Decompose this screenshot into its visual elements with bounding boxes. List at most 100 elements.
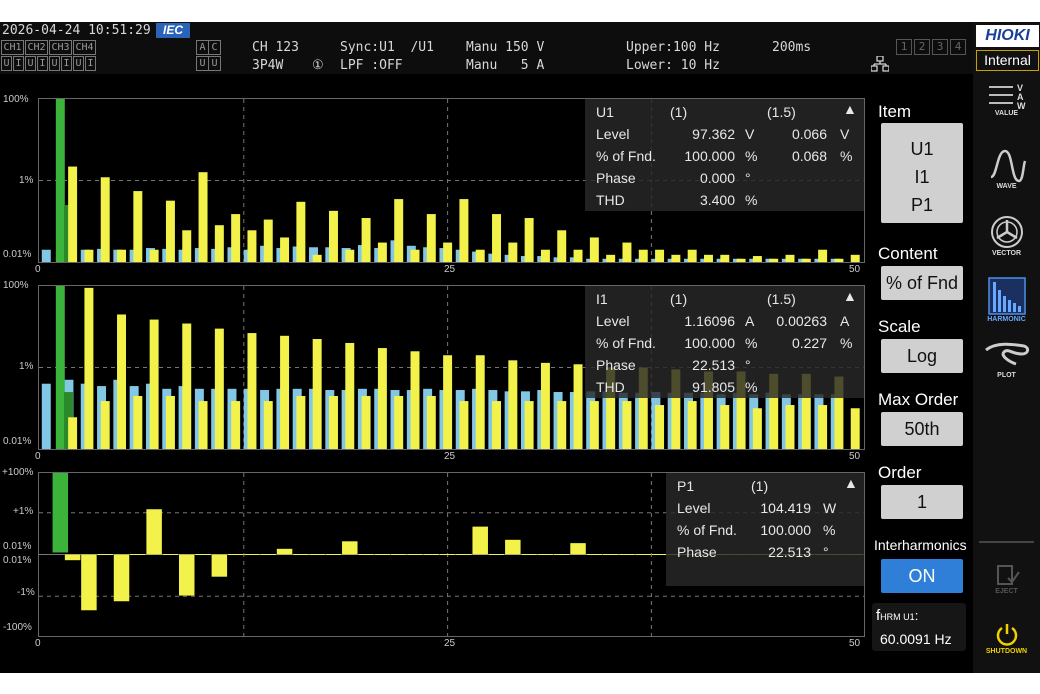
current-range: Manu 5 A <box>466 58 545 73</box>
channel-indicator-2: CH2 <box>25 40 48 55</box>
u1-u2-1: % <box>840 148 853 164</box>
uu-indicator-2: U <box>208 56 221 71</box>
harmonic-bar <box>557 401 567 449</box>
harmonic-bar <box>570 543 586 555</box>
harmonic-bar <box>671 254 681 262</box>
lpf-label: LPF :OFF <box>340 58 403 73</box>
sidebar-item-wave[interactable]: WAVE <box>973 147 1040 190</box>
channel-unit-indicator-3: U <box>25 56 36 71</box>
sidebar-item-eject[interactable]: EJECT <box>973 562 1040 595</box>
harmonic-bar <box>850 408 860 449</box>
harmonic-bar <box>687 249 697 262</box>
plot-icon <box>984 342 1029 366</box>
ac-indicator-c: C <box>208 40 221 55</box>
i1-u1-3: % <box>745 379 758 395</box>
harmonic-bar <box>100 177 110 262</box>
u1-col1-header: (1) <box>670 104 688 120</box>
harmonic-bar <box>260 554 277 555</box>
scale-selector[interactable]: Log <box>881 339 963 373</box>
max-order-selector[interactable]: 50th <box>881 412 963 446</box>
p1-v1-2: 22.513 <box>768 544 811 560</box>
harmonic-bar <box>263 401 273 449</box>
harmonic-bar <box>635 554 652 555</box>
sidebar-divider <box>979 541 1034 543</box>
order-selector[interactable]: 1 <box>881 485 963 519</box>
item-p1: P1 <box>910 195 934 215</box>
content-selector[interactable]: % of Fnd <box>881 266 963 300</box>
meas-box-1: 1 <box>896 39 912 55</box>
function-sidebar: HIOKI Internal V A W VALUE WAVE VECTOR H… <box>973 22 1040 673</box>
harmonic-bar <box>296 395 306 449</box>
harmonic-bar <box>655 405 665 449</box>
p1-label-1: % of Fnd. <box>677 522 737 538</box>
harmonic-bar <box>312 254 322 262</box>
meas-box-4: 4 <box>950 39 966 55</box>
freq-label-colon: : <box>914 608 919 623</box>
harmonic-bar <box>377 348 387 449</box>
harmonic-bar <box>423 554 440 555</box>
harmonic-bar <box>687 401 697 449</box>
p1-u1-2: ° <box>823 544 829 560</box>
harmonic-bar <box>68 417 78 449</box>
u1-ytick-001: 0.01% <box>3 249 32 260</box>
harmonic-bar <box>178 554 195 596</box>
harmonic-bar <box>247 333 257 449</box>
fundamental-bar <box>52 473 69 553</box>
u1-v2-1: 0.068 <box>791 148 827 164</box>
i1-u2-0: A <box>840 313 850 329</box>
i1-label-2: Phase <box>596 357 636 373</box>
shutdown-icon <box>996 624 1017 646</box>
value-icon: V A W <box>988 83 1026 111</box>
u1-v1-0: 97.362 <box>692 126 735 142</box>
sidebar-item-vector[interactable]: VECTOR <box>973 214 1040 257</box>
harmonic-bar <box>410 351 420 449</box>
harmonic-bar <box>540 362 550 449</box>
u1-label-0: Level <box>596 126 630 142</box>
interharmonics-toggle[interactable]: ON <box>881 559 963 593</box>
lower-limit: Lower: 10 Hz <box>626 58 720 73</box>
channel-indicator-4: CH4 <box>73 40 96 55</box>
sidebar-item-shutdown[interactable]: SHUTDOWN <box>973 622 1040 655</box>
p1-ytick-plus100: +100% <box>2 467 34 478</box>
harmonic-bar <box>345 342 355 449</box>
harmonic-bar <box>361 218 371 262</box>
harmonic-bar <box>752 408 762 449</box>
harmonic-bar <box>492 214 502 262</box>
u1-xtick-0: 0 <box>35 264 41 275</box>
sidebar-item-value[interactable]: V A W VALUE <box>973 82 1040 117</box>
harmonic-bar <box>165 395 175 449</box>
interharmonic-bar <box>41 383 51 449</box>
p1-ytick-minus1: -1% <box>17 587 35 598</box>
collapse-triangle-icon[interactable]: ▲ <box>844 475 858 491</box>
channel-indicator-3: CH3 <box>49 40 72 55</box>
max-order-label: Max Order <box>878 390 959 409</box>
harmonic-bar <box>557 230 567 262</box>
harmonic-bar <box>508 242 518 262</box>
harmonic-bar <box>68 166 78 262</box>
p1-v1-1: 100.000 <box>760 522 811 538</box>
collapse-triangle-icon[interactable]: ▲ <box>843 101 857 117</box>
harmonic-bar <box>488 554 505 555</box>
harmonic-bar <box>720 254 730 262</box>
collapse-triangle-icon[interactable]: ▲ <box>843 288 857 304</box>
item-selector[interactable]: U1 I1 P1 <box>881 123 963 223</box>
interharmonic-bar <box>41 249 51 262</box>
network-icon <box>871 56 889 72</box>
harmonic-bar <box>84 249 94 262</box>
freq-value: 60.0091 Hz <box>880 631 952 647</box>
u1-v1-2: 0.000 <box>699 170 735 186</box>
harmonic-bar <box>553 554 570 555</box>
sidebar-item-plot[interactable]: PLOT <box>973 340 1040 379</box>
sidebar-item-harmonic[interactable]: HARMONIC <box>973 276 1040 323</box>
harmonic-bar <box>622 401 632 449</box>
harmonic-bar <box>573 364 583 449</box>
harmonic-bar <box>276 548 293 555</box>
vector-icon <box>990 216 1023 248</box>
channel-unit-indicator-6: I <box>61 56 72 71</box>
harmonic-bar <box>475 355 485 449</box>
harmonic-bar <box>211 554 228 577</box>
i1-label-1: % of Fnd. <box>596 335 656 351</box>
harmonic-bar <box>703 254 713 262</box>
scale-label: Scale <box>878 317 921 336</box>
harmonic-bar <box>165 200 175 262</box>
